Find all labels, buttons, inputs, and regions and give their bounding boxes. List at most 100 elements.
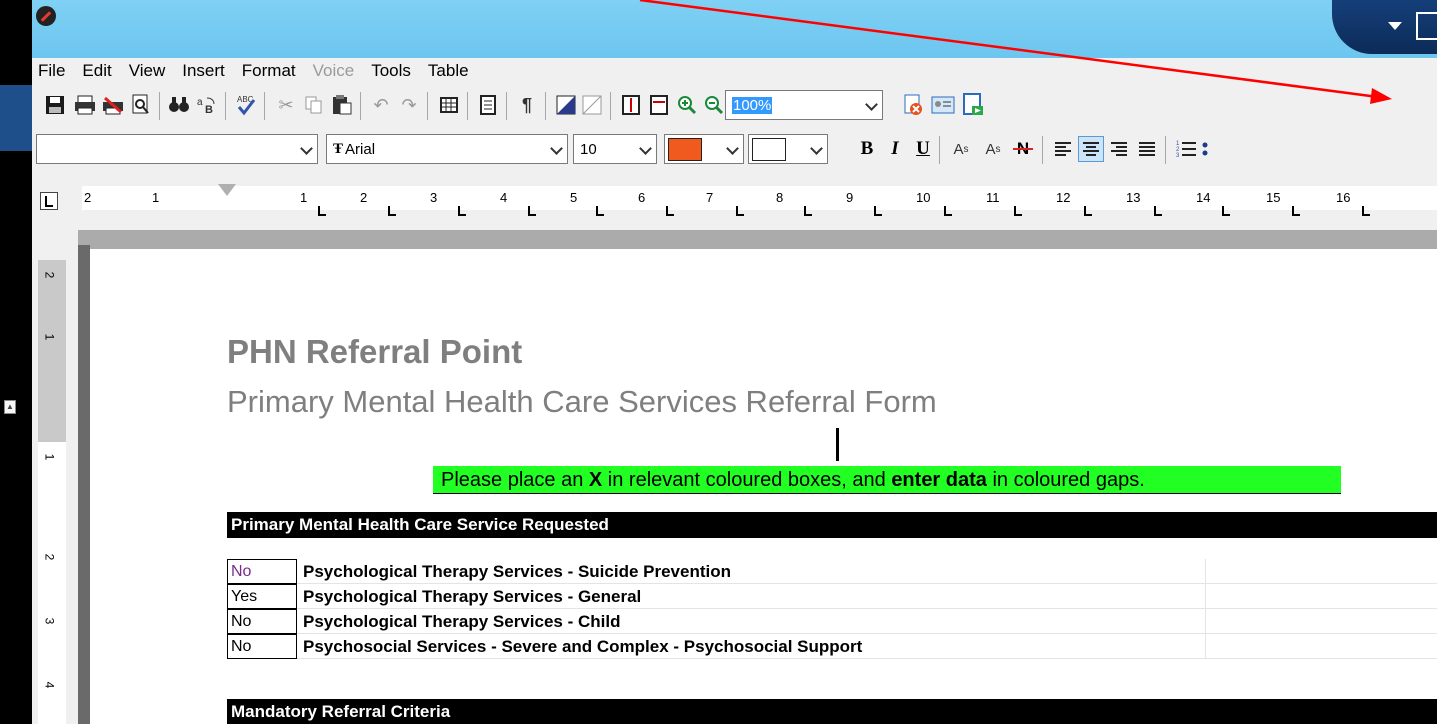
save-icon[interactable] (42, 92, 68, 118)
print-preview-icon[interactable] (128, 92, 154, 118)
font-size-select[interactable]: 10 (573, 134, 657, 164)
align-left-icon[interactable] (1050, 136, 1076, 162)
menu-edit[interactable]: Edit (82, 61, 111, 81)
vruler-label: 1 (42, 453, 57, 461)
tab-stop-marker[interactable] (874, 206, 882, 216)
app-logo-icon[interactable] (36, 6, 56, 26)
tab-stop-marker[interactable] (736, 206, 744, 216)
service-answer-field[interactable]: No (227, 609, 297, 634)
spellcheck-icon[interactable]: ABC (233, 92, 259, 118)
document-canvas: PHN Referral Point Primary Mental Health… (78, 230, 1437, 724)
zoom-select[interactable]: 100% (725, 90, 883, 120)
vertical-ruler[interactable]: 2 1 1 2 3 4 (32, 230, 78, 724)
tab-stop-marker[interactable] (1014, 206, 1022, 216)
svg-text:B: B (205, 104, 213, 115)
insert-table-icon[interactable] (436, 92, 462, 118)
service-label: Psychological Therapy Services - Suicide… (303, 562, 731, 581)
minimize-dropdown-icon[interactable] (1388, 22, 1402, 30)
font-color-select[interactable] (664, 134, 744, 164)
paste-icon[interactable] (329, 92, 355, 118)
menu-tools[interactable]: Tools (371, 61, 411, 81)
tab-stop-marker[interactable] (1362, 206, 1370, 216)
horizontal-ruler[interactable]: 2 1 1 2 3 4 5 6 7 8 9 10 11 12 13 14 15 16 (32, 172, 1437, 230)
print-icon[interactable] (72, 92, 98, 118)
tab-stop-marker[interactable] (388, 206, 396, 216)
tab-stop-marker[interactable] (1222, 206, 1230, 216)
align-right-icon[interactable] (1106, 136, 1132, 162)
ruler-label: 4 (500, 190, 508, 205)
find-icon[interactable] (166, 92, 192, 118)
ruler-label: 11 (986, 190, 1000, 205)
contact-card-icon[interactable] (930, 92, 956, 118)
ruler-label: 2 (360, 190, 368, 205)
service-row: No Psychological Therapy Services - Suic… (227, 559, 1437, 584)
ruler-track (82, 186, 1437, 210)
tab-stop-selector-icon[interactable] (40, 192, 58, 210)
menu-insert[interactable]: Insert (182, 61, 225, 81)
scroll-up-icon[interactable]: ▲ (4, 400, 16, 414)
subscript-button[interactable]: As (946, 136, 976, 162)
strikethrough-button[interactable]: N (1010, 136, 1036, 162)
service-answer-field[interactable]: Yes (227, 584, 297, 609)
cut-icon[interactable]: ✂ (273, 92, 299, 118)
service-answer-field[interactable]: No (227, 634, 297, 659)
tab-stop-marker[interactable] (944, 206, 952, 216)
highlight-color-select[interactable] (748, 134, 828, 164)
tab-stop-marker[interactable] (458, 206, 466, 216)
tab-stop-marker[interactable] (596, 206, 604, 216)
menu-format[interactable]: Format (242, 61, 296, 81)
align-justify-icon[interactable] (1134, 136, 1160, 162)
tab-stop-marker[interactable] (1292, 206, 1300, 216)
close-doc-icon[interactable] (900, 92, 926, 118)
left-desktop-strip (0, 0, 32, 724)
pilcrow-icon[interactable]: ¶ (514, 92, 540, 118)
superscript-button[interactable]: As (978, 136, 1008, 162)
menu-view[interactable]: View (129, 61, 166, 81)
tab-stop-marker[interactable] (666, 206, 674, 216)
menu-table[interactable]: Table (428, 61, 469, 81)
bold-button[interactable]: B (854, 136, 880, 162)
undo-icon[interactable]: ↶ (368, 92, 394, 118)
print-disabled-icon[interactable] (100, 92, 126, 118)
service-row: No Psychological Therapy Services - Chil… (227, 609, 1437, 634)
zoom-in-icon[interactable] (674, 92, 700, 118)
toolbar-separator (1165, 136, 1166, 164)
frame-icon[interactable] (553, 92, 579, 118)
document-page[interactable]: PHN Referral Point Primary Mental Health… (90, 249, 1437, 724)
page-shadow (78, 245, 90, 724)
numbered-list-icon[interactable]: 123 (1174, 136, 1200, 162)
copy-icon[interactable] (301, 92, 327, 118)
tab-stop-marker[interactable] (1084, 206, 1092, 216)
window-restore-icon[interactable] (1416, 12, 1437, 40)
italic-button[interactable]: I (882, 136, 908, 162)
style-select[interactable] (36, 134, 318, 164)
indent-marker-icon[interactable] (218, 184, 236, 196)
frame-disabled-icon[interactable] (579, 92, 605, 118)
ruler-label: 1 (152, 190, 160, 205)
align-center-icon[interactable] (1078, 136, 1104, 162)
ruler-label: 1 (300, 190, 308, 205)
menu-file[interactable]: File (38, 61, 65, 81)
document-icon[interactable] (475, 92, 501, 118)
tab-stop-marker[interactable] (804, 206, 812, 216)
font-value: Arial (345, 140, 376, 158)
redo-icon[interactable]: ↷ (396, 92, 422, 118)
replace-icon[interactable]: aB (194, 92, 220, 118)
width-icon[interactable] (646, 92, 672, 118)
service-filler-cell (1205, 634, 1437, 658)
bullet-list-icon[interactable] (1200, 136, 1210, 162)
tab-stop-marker[interactable] (1154, 206, 1162, 216)
instruction-text-3: in coloured gaps. (986, 469, 1145, 491)
export-doc-icon[interactable] (960, 92, 986, 118)
font-select[interactable]: Ŧ Arial (326, 134, 568, 164)
underline-button[interactable]: U (910, 136, 936, 162)
height-icon[interactable] (618, 92, 644, 118)
tab-stop-marker[interactable] (528, 206, 536, 216)
zoom-out-icon[interactable] (701, 92, 727, 118)
superscript-mark: s (995, 143, 1001, 155)
service-answer-field[interactable]: No (227, 559, 297, 584)
tab-stop-marker[interactable] (318, 206, 326, 216)
chevron-down-icon (726, 142, 739, 155)
toolbar-separator (427, 92, 428, 120)
left-strip-band (0, 85, 32, 151)
